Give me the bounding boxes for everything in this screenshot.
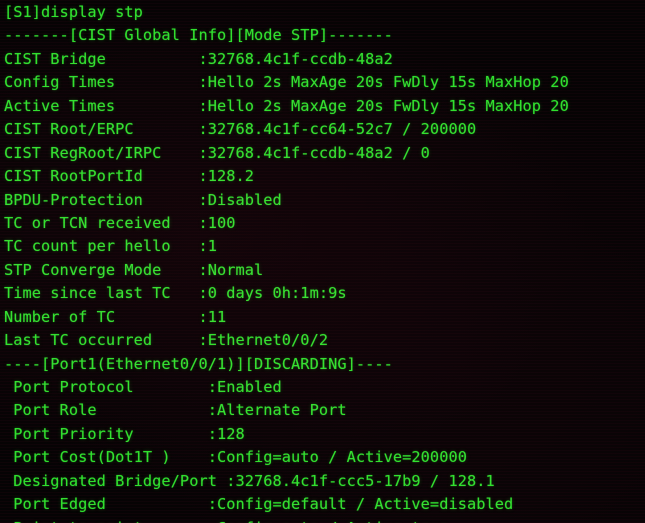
stp-row-cist-regroot-irpc: CIST RegRoot/IRPC :32768.4c1f-ccdb-48a2 … [4,143,430,162]
prompt-command-line: [S1]display stp [4,3,143,21]
stp-row-last-tc-occurred: Last TC occurred :Ethernet0/0/2 [4,331,329,350]
terminal-window[interactable]: [S1]display stp -------[CIST Global Info… [0,0,645,523]
stp-row-bpdu-protection: BPDU-Protection :Disabled [4,190,282,209]
port-row-port-protocol: Port Protocol :Enabled [4,378,282,396]
stp-row-time-since-last-tc: Time since last TC :0 days 0h:1m:9s [4,284,347,303]
stp-row-number-of-tc: Number of TC :11 [4,307,227,326]
port1-header: ----[Port1(Ethernet0/0/1)][DISCARDING]--… [4,354,393,373]
stp-row-tc-count-per-hello: TC count per hello :1 [4,237,217,256]
stp-row-tc-or-tcn-received: TC or TCN received :100 [4,213,236,232]
port-row-port-edged: Port Edged :Config=default / Active=disa… [4,495,514,514]
stp-row-cist-root-erpc: CIST Root/ERPC :32768.4c1f-cc64-52c7 / 2… [4,120,477,139]
port-row-port-role: Port Role :Alternate Port [4,401,347,420]
port-row-port-priority: Port Priority :128 [4,424,245,443]
cist-global-info-header: -------[CIST Global Info][Mode STP]-----… [4,26,393,45]
port-row-designated-bridge-port: Designated Bridge/Port :32768.4c1f-ccc5-… [4,471,495,490]
stp-row-active-times: Active Times :Hello 2s MaxAge 20s FwDly … [4,96,569,115]
terminal-output: [S1]display stp -------[CIST Global Info… [0,1,645,523]
port-row-port-cost: Port Cost(Dot1T ) :Config=auto / Active=… [4,448,467,467]
port-row-point-to-point: Point-to-point :Config=auto / Active=tru… [0,517,645,523]
stp-row-config-times: Config Times :Hello 2s MaxAge 20s FwDly … [4,73,569,92]
stp-row-cist-rootportid: CIST RootPortId :128.2 [4,167,255,186]
stp-row-cist-bridge: CIST Bridge :32768.4c1f-ccdb-48a2 [4,49,393,68]
stp-row-stp-converge-mode: STP Converge Mode :Normal [4,260,264,279]
